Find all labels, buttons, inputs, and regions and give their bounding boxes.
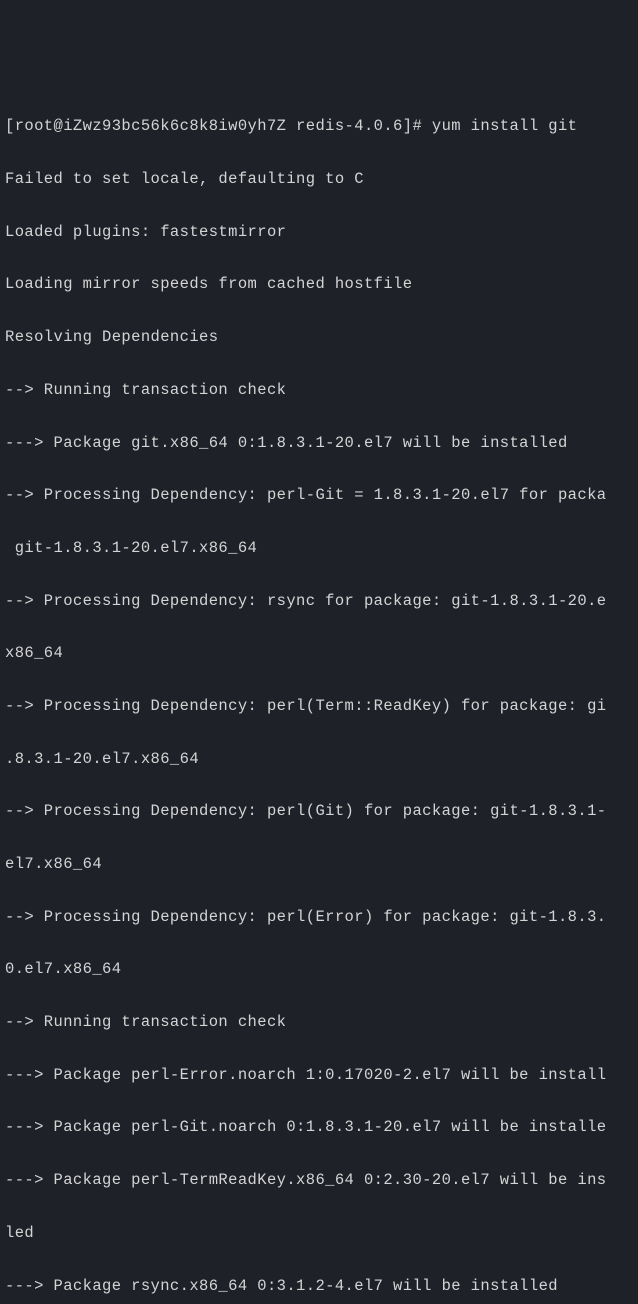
terminal-line: [root@iZwz93bc56k6c8k8iw0yh7Z redis-4.0.… [5,113,633,139]
terminal-line: --> Processing Dependency: rsync for pac… [5,588,633,614]
terminal-line: --> Processing Dependency: perl(Error) f… [5,904,633,930]
terminal-line: git-1.8.3.1-20.el7.x86_64 [5,535,633,561]
terminal-line: Failed to set locale, defaulting to C [5,166,633,192]
terminal-line: --> Running transaction check [5,1009,633,1035]
terminal-line: --> Running transaction check [5,377,633,403]
terminal-line: ---> Package git.x86_64 0:1.8.3.1-20.el7… [5,430,633,456]
terminal-line: ---> Package perl-Git.noarch 0:1.8.3.1-2… [5,1114,633,1140]
terminal-line: Resolving Dependencies [5,324,633,350]
terminal-line: ---> Package rsync.x86_64 0:3.1.2-4.el7 … [5,1273,633,1299]
terminal-line: ---> Package perl-Error.noarch 1:0.17020… [5,1062,633,1088]
terminal-line: --> Processing Dependency: perl(Git) for… [5,798,633,824]
terminal-line: el7.x86_64 [5,851,633,877]
terminal-line: Loading mirror speeds from cached hostfi… [5,271,633,297]
terminal-line: .8.3.1-20.el7.x86_64 [5,746,633,772]
terminal-line: x86_64 [5,640,633,666]
terminal-line: 0.el7.x86_64 [5,956,633,982]
terminal-line: --> Processing Dependency: perl-Git = 1.… [5,482,633,508]
terminal-line: Loaded plugins: fastestmirror [5,219,633,245]
terminal-line: --> Processing Dependency: perl(Term::Re… [5,693,633,719]
terminal-line: led [5,1220,633,1246]
terminal-line: ---> Package perl-TermReadKey.x86_64 0:2… [5,1167,633,1193]
